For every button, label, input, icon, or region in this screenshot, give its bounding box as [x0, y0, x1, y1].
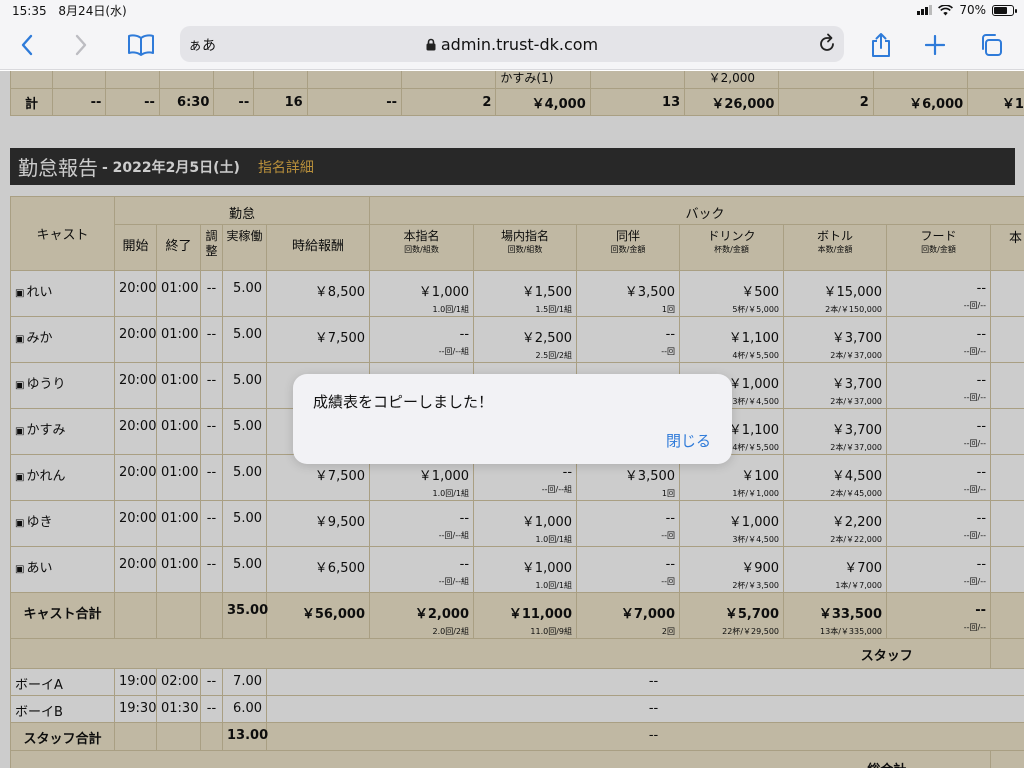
lock-icon — [426, 38, 436, 50]
alert-close-button[interactable]: 閉じる — [666, 430, 711, 451]
address-bar[interactable]: ぁあ admin.trust-dk.com — [180, 26, 844, 62]
reader-options-button[interactable]: ぁあ — [188, 35, 216, 55]
back-button[interactable] — [10, 28, 44, 62]
reload-button[interactable] — [818, 33, 836, 57]
forward-button[interactable] — [64, 28, 98, 62]
book-icon — [128, 34, 154, 56]
share-button[interactable] — [864, 28, 898, 62]
new-tab-button[interactable] — [918, 28, 952, 62]
status-bar: 15:35 8月24日(水) 70% — [0, 0, 1024, 20]
browser-toolbar: ぁあ admin.trust-dk.com — [0, 20, 1024, 70]
battery-icon — [992, 4, 1017, 16]
cellular-signal-icon — [917, 5, 933, 15]
alert-message: 成績表をコピーしました！ — [313, 393, 494, 411]
tabs-icon — [982, 34, 1002, 56]
status-date: 8月24日(水) — [58, 3, 127, 18]
bookmarks-button[interactable] — [124, 28, 158, 62]
reload-icon — [820, 33, 834, 51]
chevron-left-icon — [21, 34, 33, 56]
url-text: admin.trust-dk.com — [440, 34, 599, 54]
wifi-icon — [938, 4, 954, 15]
tabs-overview-button[interactable] — [974, 28, 1008, 62]
copy-alert-dialog: 成績表をコピーしました！ 閉じる — [293, 374, 732, 464]
chevron-right-icon — [75, 34, 87, 56]
plus-icon — [925, 35, 945, 55]
share-icon — [872, 33, 890, 57]
battery-percent: 70% — [959, 3, 986, 17]
status-time: 15:35 — [12, 3, 47, 18]
